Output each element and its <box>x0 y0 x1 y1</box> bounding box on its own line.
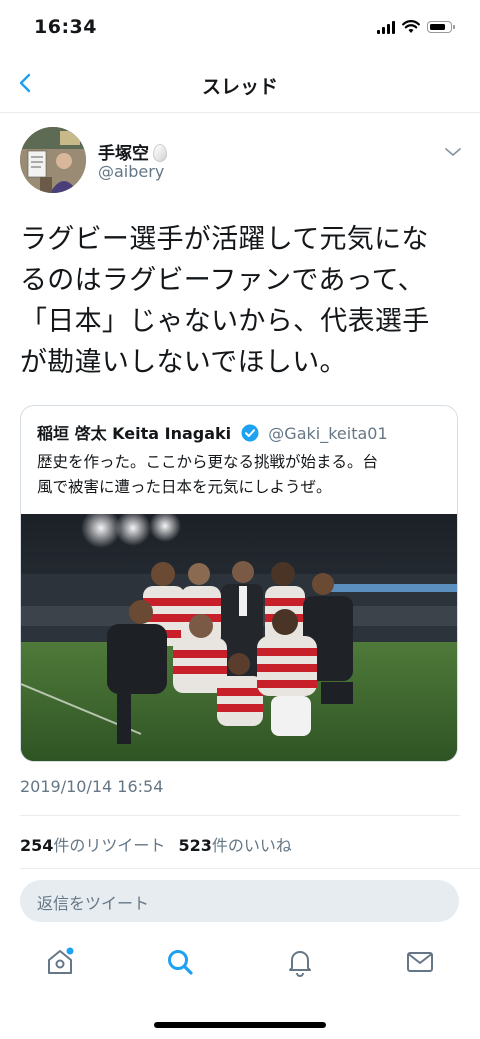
status-icons <box>377 20 455 34</box>
reply-input[interactable]: 返信をツイート <box>20 880 459 922</box>
tweet-stats: 254件のリツイート 523件のいいね <box>20 832 292 856</box>
notifications-icon[interactable] <box>284 946 316 978</box>
signal-icon <box>377 20 395 34</box>
quote-author: 稲垣 啓太 Keita Inagaki @Gaki_keita01 <box>37 420 388 444</box>
egg-emoji-icon <box>153 144 167 162</box>
battery-icon <box>427 21 455 33</box>
reply-placeholder: 返信をツイート <box>37 894 150 913</box>
search-icon[interactable] <box>164 946 196 978</box>
team-photo[interactable] <box>21 514 457 761</box>
author-name[interactable]: 手塚空 <box>98 139 167 164</box>
verified-badge-icon <box>241 424 259 442</box>
home-icon[interactable] <box>44 946 76 978</box>
quote-text: 歴史を作った。ここから更なる挑戦が始まる。台 風で被害に遭った日本を元気にしよう… <box>37 453 379 496</box>
quote-author-name: 稲垣 啓太 Keita Inagaki <box>37 424 232 443</box>
status-time: 16:34 <box>34 16 97 38</box>
wifi-icon <box>402 20 420 33</box>
divider <box>20 815 460 816</box>
messages-icon[interactable] <box>404 946 436 978</box>
nav-bar: スレッド <box>0 60 480 113</box>
home-indicator[interactable] <box>154 1022 326 1028</box>
author-handle[interactable]: @aibery <box>98 162 164 181</box>
retweets-stat[interactable]: 254件のリツイート <box>20 836 165 855</box>
quote-tweet-card[interactable]: 稲垣 啓太 Keita Inagaki @Gaki_keita01 歴史を作った… <box>20 405 458 762</box>
author-name-text: 手塚空 <box>98 144 149 164</box>
divider <box>20 868 480 869</box>
likes-stat[interactable]: 523件のいいね <box>179 836 292 855</box>
nav-title: スレッド <box>201 76 278 98</box>
chevron-down-icon[interactable] <box>444 146 462 158</box>
avatar[interactable] <box>20 127 86 193</box>
quote-author-handle: @Gaki_keita01 <box>268 424 388 443</box>
tweet-timestamp: 2019/10/14 16:54 <box>20 777 164 796</box>
tweet-text: ラグビー選手が活躍して元気にな るのはラグビーファンであって、 「日本」じゃない… <box>20 224 430 378</box>
